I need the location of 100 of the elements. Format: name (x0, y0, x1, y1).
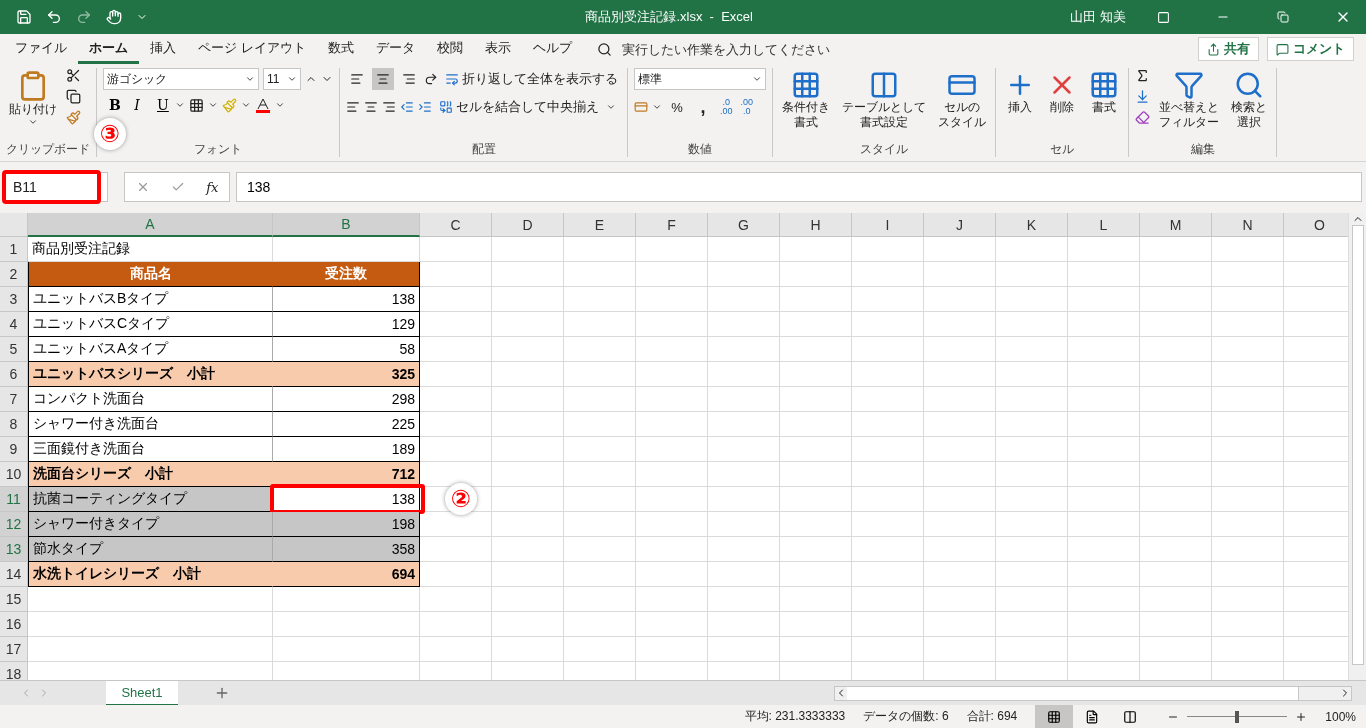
column-header[interactable]: D (492, 213, 564, 237)
row-header[interactable]: 17 (0, 637, 28, 662)
scrollbar-thumb[interactable] (1351, 225, 1364, 665)
paste-button[interactable]: 貼り付け (6, 68, 60, 129)
comment-button[interactable]: コメント (1267, 37, 1354, 61)
wrap-text-button[interactable]: 折り返して全体を表示する (442, 68, 621, 90)
row-header[interactable]: 3 (0, 287, 28, 312)
table-cell: 受注数 (273, 262, 420, 287)
format-painter-icon[interactable] (66, 110, 81, 125)
merge-center-button[interactable]: セルを結合して中央揃え (436, 96, 602, 118)
row-header[interactable]: 12 (0, 512, 28, 537)
font-name-field[interactable]: 游ゴシック (103, 68, 259, 90)
menu-tab[interactable]: ファイル (4, 34, 78, 64)
menu-tab[interactable]: 表示 (473, 34, 522, 64)
insert-function-button[interactable]: fx (206, 179, 219, 195)
align-right-icon[interactable] (382, 100, 396, 114)
column-header[interactable]: L (1068, 213, 1140, 237)
bold-button[interactable]: B (103, 96, 123, 114)
column-header[interactable]: E (564, 213, 636, 237)
column-header[interactable]: J (924, 213, 996, 237)
share-button[interactable]: 共有 (1198, 37, 1259, 61)
column-header[interactable]: C (420, 213, 492, 237)
outdent-icon[interactable] (400, 100, 414, 114)
row-header[interactable]: 11 (0, 487, 28, 512)
ribbon-button[interactable]: セルの スタイル (935, 68, 989, 132)
redo-icon[interactable] (76, 9, 92, 25)
column-header[interactable]: N (1212, 213, 1284, 237)
undo-icon[interactable] (46, 9, 62, 25)
row-header[interactable]: 9 (0, 437, 28, 462)
eraser-icon[interactable] (1135, 110, 1150, 125)
ribbon-button[interactable]: 削除 (1044, 68, 1080, 117)
row-header[interactable]: 1 (0, 237, 28, 262)
ribbon-button[interactable]: テーブルとして 書式設定 (839, 68, 929, 132)
ribbon-button[interactable]: 挿入 (1002, 68, 1038, 117)
menu-tab[interactable]: データ (364, 34, 426, 64)
zoom-in-icon[interactable] (1295, 710, 1308, 723)
name-box[interactable]: B11 (4, 172, 108, 202)
sheet-tab[interactable]: Sheet1 (106, 680, 178, 706)
ribbon-button[interactable]: 書式 (1086, 68, 1122, 117)
column-header[interactable]: O (1284, 213, 1348, 237)
touch-mode-icon[interactable] (106, 9, 122, 25)
decimal-button[interactable]: .00 .0 (738, 98, 756, 116)
row-header[interactable]: 2 (0, 262, 28, 287)
decimal-button[interactable]: .0 .00 (718, 98, 735, 116)
column-header[interactable]: H (780, 213, 852, 237)
menu-tab[interactable]: 数式 (316, 34, 365, 64)
column-header[interactable]: A (28, 213, 273, 237)
italic-button[interactable]: I (127, 96, 147, 114)
menu-tab[interactable]: ヘルプ (521, 34, 583, 64)
column-header[interactable]: M (1140, 213, 1212, 237)
column-header[interactable]: K (996, 213, 1068, 237)
menu-tab[interactable]: ページ レイアウト (187, 34, 317, 64)
column-header[interactable]: B (273, 213, 420, 237)
row-header[interactable]: 5 (0, 337, 28, 362)
copy-icon[interactable] (66, 89, 81, 104)
comment-icon (1276, 42, 1289, 56)
fill-color-icon[interactable] (222, 97, 237, 113)
font-size-field[interactable]: 11 (263, 68, 301, 90)
formula-field[interactable]: 138 (236, 172, 1362, 202)
save-icon[interactable] (16, 9, 32, 25)
orientation-icon[interactable] (424, 72, 438, 86)
sum-icon[interactable] (1135, 68, 1150, 83)
row-header[interactable]: 10 (0, 462, 28, 487)
font-color-icon[interactable] (255, 97, 271, 113)
ribbon-button[interactable]: 検索と 選択 (1228, 68, 1270, 132)
row-header[interactable]: 6 (0, 362, 28, 387)
scrollbar-thumb[interactable] (847, 686, 1299, 700)
indent-icon[interactable] (418, 100, 432, 114)
add-sheet-icon[interactable] (214, 685, 230, 701)
enter-icon[interactable] (170, 180, 185, 194)
row-header[interactable]: 18 (0, 662, 28, 680)
row-header[interactable]: 14 (0, 562, 28, 587)
column-header[interactable]: I (852, 213, 924, 237)
align-left-icon[interactable] (346, 100, 360, 114)
align-center-icon[interactable] (364, 100, 378, 114)
currency-icon[interactable] (634, 100, 648, 114)
row-header[interactable]: 13 (0, 537, 28, 562)
underline-button[interactable]: U (151, 96, 171, 114)
ribbon-button[interactable]: 並べ替えと フィルター (1156, 68, 1222, 132)
row-header[interactable]: 8 (0, 412, 28, 437)
menu-tab[interactable]: 挿入 (139, 34, 187, 64)
grid-view-icon[interactable] (1035, 705, 1074, 728)
fill-down-icon[interactable] (1135, 89, 1150, 104)
conditional-format-icon (791, 70, 821, 100)
row-header[interactable]: 7 (0, 387, 28, 412)
align-button[interactable] (372, 68, 394, 90)
percent-button[interactable]: % (666, 96, 688, 118)
comma-button[interactable]: , (692, 96, 714, 118)
column-header[interactable]: G (708, 213, 780, 237)
zoom-thumb[interactable] (1235, 710, 1240, 723)
cut-icon[interactable] (66, 68, 81, 83)
ribbon-button[interactable]: 条件付き 書式 (779, 68, 833, 132)
border-icon[interactable] (189, 97, 204, 113)
row-header[interactable]: 4 (0, 312, 28, 337)
row-header[interactable]: 16 (0, 612, 28, 637)
menu-tab[interactable]: 校閲 (425, 34, 474, 64)
search-field[interactable]: 実行したい作業を入力してください (619, 40, 880, 58)
number-format-field[interactable]: 標準 (634, 68, 766, 90)
row-header[interactable]: 15 (0, 587, 28, 612)
column-header[interactable]: F (636, 213, 708, 237)
